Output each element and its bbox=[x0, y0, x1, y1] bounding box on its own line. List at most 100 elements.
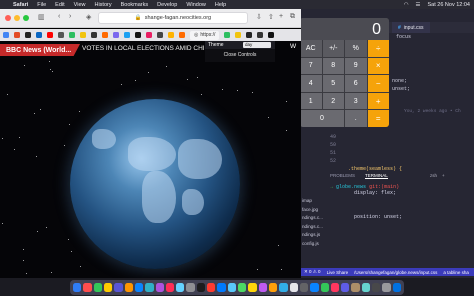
dock-app-icon[interactable] bbox=[299, 283, 309, 292]
wifi-icon[interactable]: ◠ bbox=[404, 2, 409, 8]
back-arrow-icon[interactable]: ‹ bbox=[58, 13, 60, 20]
new-terminal-button[interactable]: + bbox=[442, 173, 445, 178]
calculator-key[interactable]: + bbox=[367, 92, 389, 110]
dock-app-icon[interactable] bbox=[248, 283, 257, 292]
calculator-key[interactable]: 4 bbox=[300, 75, 322, 92]
download-icon[interactable]: ⇩ bbox=[256, 13, 262, 21]
calculator-key[interactable]: AC bbox=[300, 40, 322, 57]
explorer-item[interactable]: ndings.c... bbox=[302, 223, 323, 232]
tab-terminal[interactable]: TERMINAL bbox=[365, 173, 388, 179]
bookmark-icon[interactable] bbox=[58, 32, 64, 38]
bookmark-icon[interactable] bbox=[257, 32, 264, 38]
bookmark-icon[interactable] bbox=[168, 32, 174, 38]
calculator-key[interactable]: % bbox=[345, 40, 367, 57]
dock-app-icon[interactable] bbox=[382, 283, 391, 292]
control-center-icon[interactable]: ☰ bbox=[416, 2, 421, 8]
dock-app-icon[interactable] bbox=[103, 283, 113, 292]
ticker-source-label[interactable]: BBC News (World... bbox=[0, 44, 80, 56]
bookmark-icon[interactable] bbox=[47, 32, 53, 38]
bookmark-icon[interactable] bbox=[157, 32, 163, 38]
explorer-item[interactable]: imap bbox=[302, 197, 323, 206]
calculator-key[interactable]: 1 bbox=[300, 92, 322, 110]
dock-app-icon[interactable] bbox=[155, 283, 164, 292]
close-window-button[interactable] bbox=[5, 15, 11, 21]
bookmark-icon[interactable] bbox=[246, 32, 253, 38]
dock-app-icon[interactable] bbox=[227, 283, 236, 292]
close-controls-button[interactable]: Close Controls bbox=[205, 52, 275, 58]
bookmark-icon[interactable] bbox=[91, 32, 97, 38]
dock-app-icon[interactable] bbox=[330, 283, 340, 292]
dock-app-icon[interactable] bbox=[145, 283, 154, 292]
menu-window[interactable]: Window bbox=[186, 2, 206, 8]
explorer-item[interactable]: config.js bbox=[302, 240, 323, 249]
theme-select[interactable]: day bbox=[243, 42, 271, 48]
menu-app-name[interactable]: Safari bbox=[13, 2, 28, 8]
calculator-key[interactable]: 2 bbox=[322, 92, 344, 110]
calculator-key[interactable]: 3 bbox=[345, 92, 367, 110]
dock-app-icon[interactable] bbox=[114, 283, 123, 292]
dock-app-icon[interactable] bbox=[134, 283, 144, 292]
bookmark-icon[interactable] bbox=[80, 32, 86, 38]
menu-help[interactable]: Help bbox=[215, 2, 226, 8]
earth-globe[interactable] bbox=[70, 99, 240, 269]
menu-clock[interactable]: Sat 26 Nov 12:04 bbox=[427, 2, 470, 8]
dock-app-icon[interactable] bbox=[83, 283, 92, 292]
dock-app-icon[interactable] bbox=[73, 283, 82, 292]
dock-app-icon[interactable] bbox=[238, 283, 247, 292]
zoom-window-button[interactable] bbox=[23, 15, 29, 21]
calculator-key[interactable]: − bbox=[367, 75, 389, 92]
dock-app-icon[interactable] bbox=[372, 283, 381, 292]
dock-app-icon[interactable] bbox=[93, 283, 102, 292]
menu-develop[interactable]: Develop bbox=[157, 2, 177, 8]
calculator-key[interactable]: × bbox=[367, 57, 389, 75]
calculator-key[interactable]: ÷ bbox=[367, 40, 389, 57]
calculator-key[interactable]: 8 bbox=[322, 57, 344, 75]
bookmark-icon[interactable] bbox=[14, 32, 20, 38]
calculator-key[interactable]: . bbox=[345, 110, 367, 127]
address-bar[interactable]: 🔒 shange-fagan.neocities.org bbox=[98, 12, 248, 24]
dock-app-icon[interactable] bbox=[289, 283, 298, 292]
bookmark-icon[interactable] bbox=[146, 32, 152, 38]
dock-app-icon[interactable] bbox=[341, 283, 350, 292]
calculator-key[interactable]: 5 bbox=[322, 75, 344, 92]
bookmark-icon[interactable] bbox=[36, 32, 42, 38]
dock-app-icon[interactable] bbox=[361, 283, 371, 292]
dock-app-icon[interactable] bbox=[351, 283, 360, 292]
bookmark-icon[interactable] bbox=[124, 32, 130, 38]
tab-overview-icon[interactable]: ⧉ bbox=[290, 13, 295, 21]
calculator-key[interactable]: +/- bbox=[322, 40, 344, 57]
sidebar-toggle-icon[interactable]: ▥ bbox=[38, 13, 45, 21]
bookmark-icon[interactable] bbox=[102, 32, 108, 38]
bookmark-icon[interactable] bbox=[179, 32, 185, 38]
dock-app-icon[interactable] bbox=[176, 283, 185, 292]
explorer-item[interactable]: face.jpg bbox=[302, 206, 323, 215]
calculator-key[interactable]: = bbox=[367, 110, 389, 127]
dock-app-icon[interactable] bbox=[186, 283, 195, 292]
tab-problems[interactable]: PROBLEMS bbox=[330, 173, 355, 179]
bookmark-icon[interactable] bbox=[69, 32, 75, 38]
menu-file[interactable]: File bbox=[37, 2, 46, 8]
menu-history[interactable]: History bbox=[94, 2, 111, 8]
dock-app-icon[interactable] bbox=[165, 283, 175, 292]
editor-tab-input-css[interactable]: # input.css bbox=[392, 22, 430, 33]
minimize-window-button[interactable] bbox=[14, 15, 20, 21]
dock-app-icon[interactable] bbox=[207, 283, 216, 292]
bookmark-icon[interactable] bbox=[25, 32, 31, 38]
ticker-headline[interactable]: VOTES IN LOCAL ELECTIONS AMID CHINA bbox=[82, 45, 214, 52]
terminal-prompt[interactable]: → globe.news git:(main) bbox=[330, 184, 399, 190]
calculator-key[interactable]: 7 bbox=[300, 57, 322, 75]
bookmark-icon[interactable] bbox=[113, 32, 119, 38]
calculator-key[interactable]: 9 bbox=[345, 57, 367, 75]
explorer-item[interactable]: ndings.c... bbox=[302, 214, 323, 223]
bookmark-icon[interactable] bbox=[224, 32, 231, 38]
explorer-item[interactable]: ndings.js bbox=[302, 231, 323, 240]
terminal-shell-label[interactable]: zsh bbox=[430, 173, 437, 178]
dock-app-icon[interactable] bbox=[279, 283, 288, 292]
dock-app-icon[interactable] bbox=[310, 283, 319, 292]
bookmark-icon[interactable] bbox=[268, 32, 275, 38]
dock-app-icon[interactable] bbox=[258, 283, 267, 292]
calculator-key[interactable]: 6 bbox=[345, 75, 367, 92]
new-tab-icon[interactable]: + bbox=[279, 13, 283, 20]
bookmark-icon[interactable] bbox=[3, 32, 9, 38]
dock-app-icon[interactable] bbox=[124, 283, 133, 292]
